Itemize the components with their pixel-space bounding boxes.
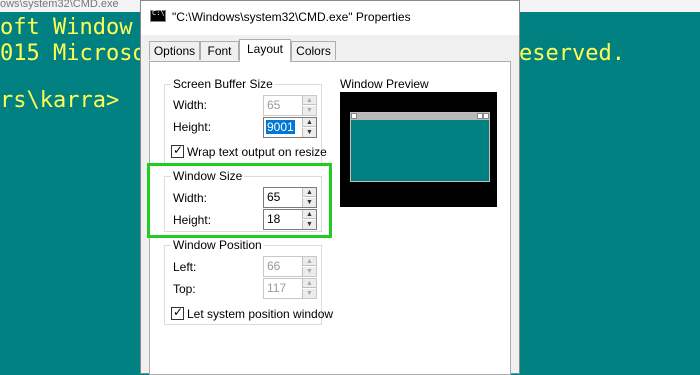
- position-left-down-icon[interactable]: ▼: [302, 267, 316, 276]
- buffer-width-stepper[interactable]: 65 ▲ ▼: [263, 95, 317, 116]
- buffer-height-value: 9001: [266, 120, 295, 134]
- highlight-frame: [147, 163, 332, 238]
- buffer-width-value: 65: [267, 98, 281, 112]
- console-line-2-left: 015 Microso: [0, 41, 146, 66]
- tab-layout[interactable]: Layout: [239, 39, 291, 62]
- preview-close-icon: [483, 113, 489, 119]
- screen-buffer-legend: Screen Buffer Size: [171, 77, 275, 91]
- buffer-height-label: Height:: [173, 120, 212, 134]
- position-left-up-icon[interactable]: ▲: [302, 257, 316, 266]
- buffer-height-down-icon[interactable]: ▼: [302, 128, 316, 137]
- buffer-height-up-icon[interactable]: ▲: [302, 118, 316, 127]
- preview-window-icon: [351, 113, 357, 119]
- console-prompt: rs\karra>: [0, 88, 120, 113]
- position-top-up-icon[interactable]: ▲: [302, 279, 316, 288]
- system-position-label: Let system position window: [187, 307, 334, 321]
- preview-window-titlebar: [351, 113, 489, 120]
- position-top-value: 117: [267, 281, 287, 295]
- buffer-width-label: Width:: [173, 98, 208, 112]
- console-title: ows\system32\CMD.exe: [0, 0, 119, 10]
- preview-label: Window Preview: [340, 77, 429, 91]
- buffer-width-down-icon[interactable]: ▼: [302, 106, 316, 115]
- dialog-title: "C:\Windows\system32\CMD.exe" Properties: [172, 10, 411, 24]
- buffer-width-up-icon[interactable]: ▲: [302, 96, 316, 105]
- cmd-icon: [150, 9, 166, 22]
- dialog-titlebar[interactable]: "C:\Windows\system32\CMD.exe" Properties: [141, 1, 519, 35]
- position-top-label: Top:: [173, 282, 196, 296]
- wrap-text-checkbox[interactable]: [171, 143, 184, 158]
- console-line-2-right: eserved.: [519, 41, 625, 66]
- tab-font[interactable]: Font: [200, 41, 239, 60]
- system-position-checkbox[interactable]: [171, 305, 184, 320]
- window-preview: [340, 92, 497, 207]
- position-left-stepper[interactable]: 66 ▲ ▼: [263, 256, 317, 277]
- tab-colors[interactable]: Colors: [291, 41, 336, 60]
- tab-options[interactable]: Options: [149, 41, 200, 60]
- console-line-1: oft Window: [0, 15, 133, 40]
- position-left-value: 66: [267, 259, 281, 273]
- position-left-label: Left:: [173, 260, 197, 274]
- wrap-text-label: Wrap text output on resize: [187, 145, 327, 159]
- buffer-height-stepper[interactable]: 9001 ▲ ▼: [263, 117, 317, 138]
- position-top-down-icon[interactable]: ▼: [302, 289, 316, 298]
- window-position-legend: Window Position: [171, 238, 264, 252]
- position-top-stepper[interactable]: 117 ▲ ▼: [263, 278, 317, 299]
- preview-window: [350, 112, 490, 182]
